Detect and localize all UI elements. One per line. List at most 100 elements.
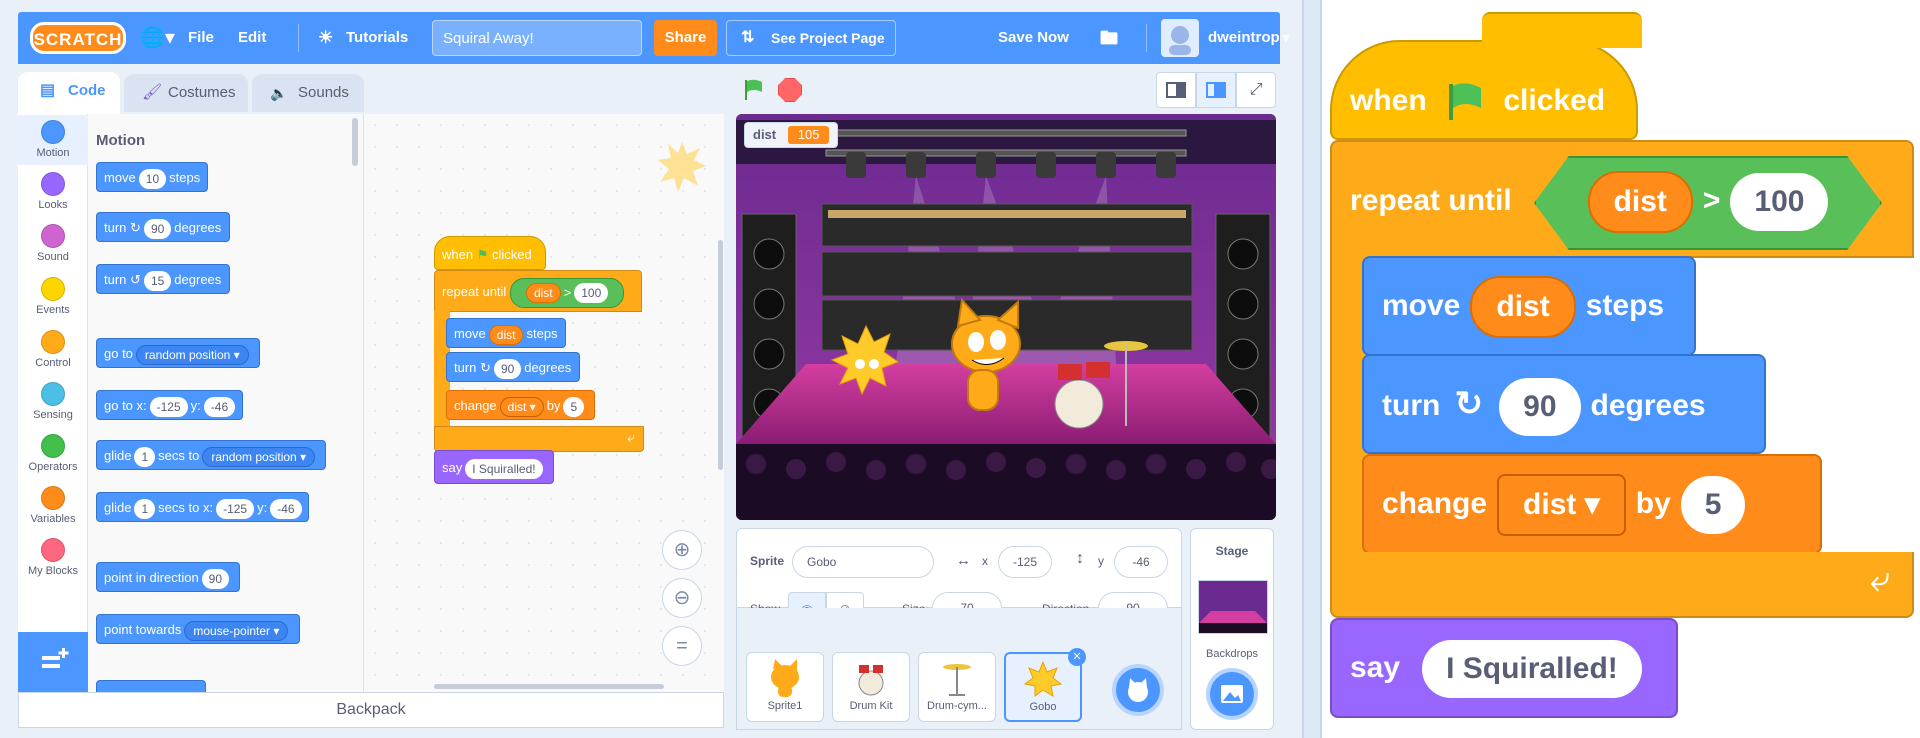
username-menu[interactable]: dweintrop — [1208, 12, 1280, 64]
block-input[interactable]: 90 — [201, 568, 230, 589]
palette-scrollbar[interactable] — [352, 118, 358, 166]
add-backdrop-button[interactable] — [1206, 668, 1258, 720]
script-scrollbar-horizontal[interactable] — [434, 684, 664, 689]
sprite-thumb-gobo-selected[interactable]: Gobo ✕ — [1004, 648, 1086, 722]
variable-dropdown[interactable]: dist ▾ — [499, 396, 544, 417]
edit-menu[interactable]: Edit — [238, 12, 266, 64]
script-say-block[interactable]: say I Squiralled! — [434, 450, 554, 484]
block-input[interactable]: -125 — [216, 498, 255, 519]
zoom-move-block[interactable]: move dist steps — [1362, 256, 1696, 356]
category-operators[interactable]: Operators — [18, 434, 88, 473]
small-stage-button[interactable] — [1156, 72, 1196, 108]
add-extension-button[interactable] — [18, 632, 88, 692]
palette-partial-block[interactable] — [96, 680, 206, 692]
category-my-blocks[interactable]: My Blocks — [18, 538, 88, 577]
palette-goto-block[interactable]: go to random position ▾ — [96, 338, 260, 368]
dist-variable-reporter[interactable]: dist — [488, 324, 524, 345]
block-input[interactable]: 1 — [134, 498, 156, 519]
category-sensing[interactable]: Sensing — [18, 382, 88, 421]
zoom-in-button[interactable]: ⊕ — [662, 530, 702, 570]
change-by-input[interactable]: 5 — [563, 396, 585, 417]
add-sprite-button[interactable] — [1112, 664, 1164, 716]
block-input[interactable]: -46 — [270, 498, 302, 519]
stage-canvas[interactable]: dist 105 — [736, 114, 1276, 520]
sprite-thumb-drum-cymbal[interactable]: Drum-cym... — [918, 652, 996, 722]
green-flag-button[interactable] — [742, 78, 766, 107]
stop-button[interactable] — [778, 78, 802, 102]
tutorials-button[interactable]: Tutorials — [346, 12, 408, 64]
normal-stage-button[interactable] — [1196, 72, 1236, 108]
change-by-input[interactable]: 5 — [1680, 476, 1746, 535]
tab-costumes[interactable]: 🖌 Costumes — [124, 74, 248, 112]
tab-code[interactable]: ▤ Code — [18, 72, 120, 116]
category-looks[interactable]: Looks — [18, 172, 88, 211]
fullscreen-button[interactable]: ⤢ — [1236, 72, 1276, 108]
zoom-turn-block[interactable]: turn ↻ 90 degrees — [1362, 354, 1766, 454]
block-input[interactable]: 10 — [138, 168, 167, 189]
folder-icon[interactable]: 🖿 — [1100, 12, 1118, 64]
project-title-input[interactable] — [432, 20, 642, 56]
limit-input[interactable]: 100 — [1730, 173, 1829, 232]
limit-input[interactable]: 100 — [574, 283, 609, 304]
zoom-greater-than-operator[interactable]: dist >100 — [1534, 156, 1882, 250]
sprite-name-input[interactable] — [792, 546, 934, 578]
dist-variable-reporter[interactable]: dist — [1587, 171, 1693, 234]
sprite-thumb-sprite1[interactable]: Sprite1 — [746, 652, 824, 722]
scratch-logo[interactable]: SCRATCH — [30, 22, 126, 54]
script-when-flag-clicked-block[interactable]: when ⚑ clicked — [434, 236, 546, 270]
variable-monitor[interactable]: dist 105 — [744, 122, 839, 148]
tab-sounds[interactable]: 🔈 Sounds — [252, 74, 364, 112]
block-input[interactable]: 90 — [143, 218, 172, 239]
user-avatar[interactable] — [1161, 19, 1199, 57]
block-input[interactable]: -125 — [149, 396, 188, 417]
palette-move-block[interactable]: move 10 steps — [96, 162, 209, 192]
degrees-input[interactable]: 90 — [1499, 378, 1581, 437]
say-text-input[interactable]: I Squiralled! — [1422, 640, 1642, 699]
say-text-input[interactable]: I Squiralled! — [465, 458, 543, 479]
palette-turn-left-block[interactable]: turn ↺ 15 degrees — [96, 264, 230, 294]
zoom-reset-button[interactable]: = — [662, 626, 702, 666]
goto-dropdown[interactable]: random position ▾ — [135, 344, 249, 365]
palette-point-direction-block[interactable]: point in direction 90 — [96, 562, 241, 592]
script-turn-block[interactable]: turn ↻ 90 degrees — [446, 352, 580, 382]
category-control[interactable]: Control — [18, 330, 88, 369]
zoom-repeat-until-block[interactable]: repeat until dist >100 — [1330, 140, 1914, 258]
block-input[interactable]: 1 — [134, 446, 156, 467]
zoom-out-button[interactable]: ⊖ — [662, 578, 702, 618]
save-now-button[interactable]: Save Now — [998, 12, 1069, 64]
palette-goto-xy-block[interactable]: go to x: -125 y: -46 — [96, 390, 243, 420]
zoom-say-block[interactable]: say I Squiralled! — [1330, 618, 1678, 718]
variable-dropdown[interactable]: dist ▾ — [1497, 474, 1626, 537]
dist-variable-reporter[interactable]: dist — [1470, 276, 1576, 339]
script-change-variable-block[interactable]: change dist ▾ by 5 — [446, 390, 596, 420]
script-move-block[interactable]: move dist steps — [446, 318, 566, 348]
globe-icon[interactable]: 🌐▾ — [140, 12, 175, 64]
degrees-input[interactable]: 90 — [493, 358, 522, 379]
category-motion[interactable]: Motion — [18, 120, 88, 159]
backpack[interactable]: Backpack — [18, 692, 724, 728]
file-menu[interactable]: File — [188, 12, 214, 64]
zoom-when-flag-clicked-block[interactable]: when clicked — [1330, 12, 1642, 140]
zoom-change-variable-block[interactable]: change dist ▾ by 5 — [1362, 454, 1822, 554]
block-input[interactable]: 15 — [143, 270, 172, 291]
script-scrollbar-vertical[interactable] — [718, 240, 723, 470]
share-button[interactable]: Share — [654, 20, 717, 56]
palette-glide-random-block[interactable]: glide 1 secs to random position ▾ — [96, 440, 327, 470]
towards-dropdown[interactable]: mouse-pointer ▾ — [184, 620, 289, 641]
script-repeat-until-block[interactable]: repeat until dist >100 — [434, 270, 642, 312]
block-input[interactable]: -46 — [203, 396, 236, 417]
category-sound[interactable]: Sound — [18, 224, 88, 263]
glide-dropdown[interactable]: random position ▾ — [202, 446, 316, 467]
script-greater-than-operator[interactable]: dist >100 — [509, 277, 625, 308]
x-position-input[interactable]: -125 — [998, 546, 1052, 578]
palette-glide-xy-block[interactable]: glide 1 secs to x: -125 y: -46 — [96, 492, 310, 522]
category-variables[interactable]: Variables — [18, 486, 88, 525]
chevron-down-icon[interactable]: ▼ — [1280, 12, 1292, 64]
delete-sprite-icon[interactable]: ✕ — [1068, 648, 1086, 666]
see-project-page-button[interactable]: ⇅ See Project Page — [726, 20, 896, 56]
sprite-thumb-drum-kit[interactable]: Drum Kit — [832, 652, 910, 722]
stage-backdrop-thumbnail[interactable] — [1198, 580, 1268, 634]
palette-turn-right-block[interactable]: turn ↻ 90 degrees — [96, 212, 230, 242]
palette-point-towards-block[interactable]: point towards mouse-pointer ▾ — [96, 614, 300, 644]
dist-variable-reporter[interactable]: dist — [525, 283, 561, 304]
